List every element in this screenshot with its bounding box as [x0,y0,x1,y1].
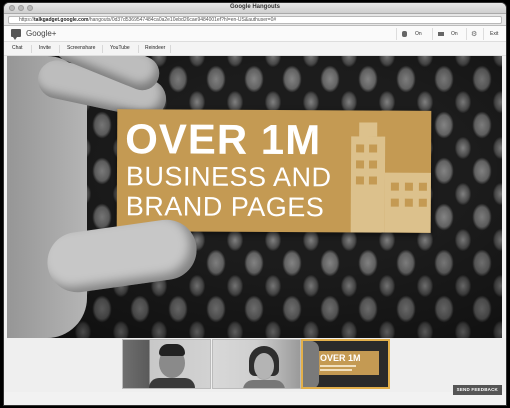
send-feedback-button[interactable]: SEND FEEDBACK [452,385,502,395]
divider [31,45,32,53]
divider [138,45,139,53]
divider [432,28,433,40]
divider [102,45,103,53]
title-bar: Google Hangouts [4,3,506,14]
hand-preview [303,341,319,387]
sign-line-1: OVER 1M [125,115,322,164]
divider [466,28,467,40]
google-plus-logo[interactable]: Google+ [26,29,56,38]
participant-filmstrip: OVER 1M [4,338,506,392]
participant-thumbnail[interactable] [212,339,301,389]
camera-state: On [451,31,458,37]
address-bar: 🔒 https://talkgadget.google.com/hangouts… [4,14,506,26]
mic-state: On [415,31,422,37]
preview-sign-line-1: OVER 1M [320,353,361,363]
settings-button[interactable]: ⚙ [471,30,477,39]
exit-button[interactable]: Exit [490,30,498,39]
url-host: talkgadget.google.com [34,17,89,23]
camera-icon [438,31,444,36]
app-toolbar: Chat Invite Screenshare YouTube Reindeer [4,42,506,56]
url-path: /hangouts/0d37d5369547484ca0a2e10ebd26ca… [88,17,277,23]
participant-hair [159,344,185,356]
tool-screenshare[interactable]: Screenshare [67,45,95,51]
promo-sign: OVER 1M BUSINESS AND BRAND PAGES [116,109,432,233]
tool-invite[interactable]: Invite [39,45,51,51]
sign-line-3: BRAND PAGES [125,191,325,223]
browser-window: Google Hangouts 🔒 https://talkgadget.goo… [4,3,506,405]
hangouts-logo-icon [11,29,21,40]
camera-toggle[interactable]: On [438,30,458,39]
tool-reindeer[interactable]: Reindeer [145,45,165,51]
url-scheme: https:// [19,17,35,23]
participant-thumbnail-selected[interactable]: OVER 1M [301,339,390,389]
divider [483,28,484,40]
divider [170,45,171,53]
google-plus-header: Google+ On On ⚙ Exit [4,26,506,42]
url-field[interactable]: https://talkgadget.google.com/hangouts/0… [8,16,502,24]
participant-shoulders [243,380,285,388]
participant-face [254,353,274,379]
tool-youtube[interactable]: YouTube [110,45,130,51]
building-icon [339,118,432,233]
promo-sign-preview: OVER 1M [317,351,379,375]
tool-chat[interactable]: Chat [12,45,23,51]
divider [396,28,397,40]
sign-line-2: BUSINESS AND [125,161,332,193]
preview-sign-text [320,369,352,371]
participant-thumbnail[interactable] [122,339,211,389]
main-video: OVER 1M BUSINESS AND BRAND PAGES [7,56,502,338]
preview-sign-text [320,365,356,367]
gear-icon: ⚙ [471,31,478,38]
microphone-icon [402,30,407,37]
participant-shoulders [149,378,195,388]
mic-toggle[interactable]: On [402,30,422,39]
window-title: Google Hangouts [230,4,280,10]
divider [59,45,60,53]
